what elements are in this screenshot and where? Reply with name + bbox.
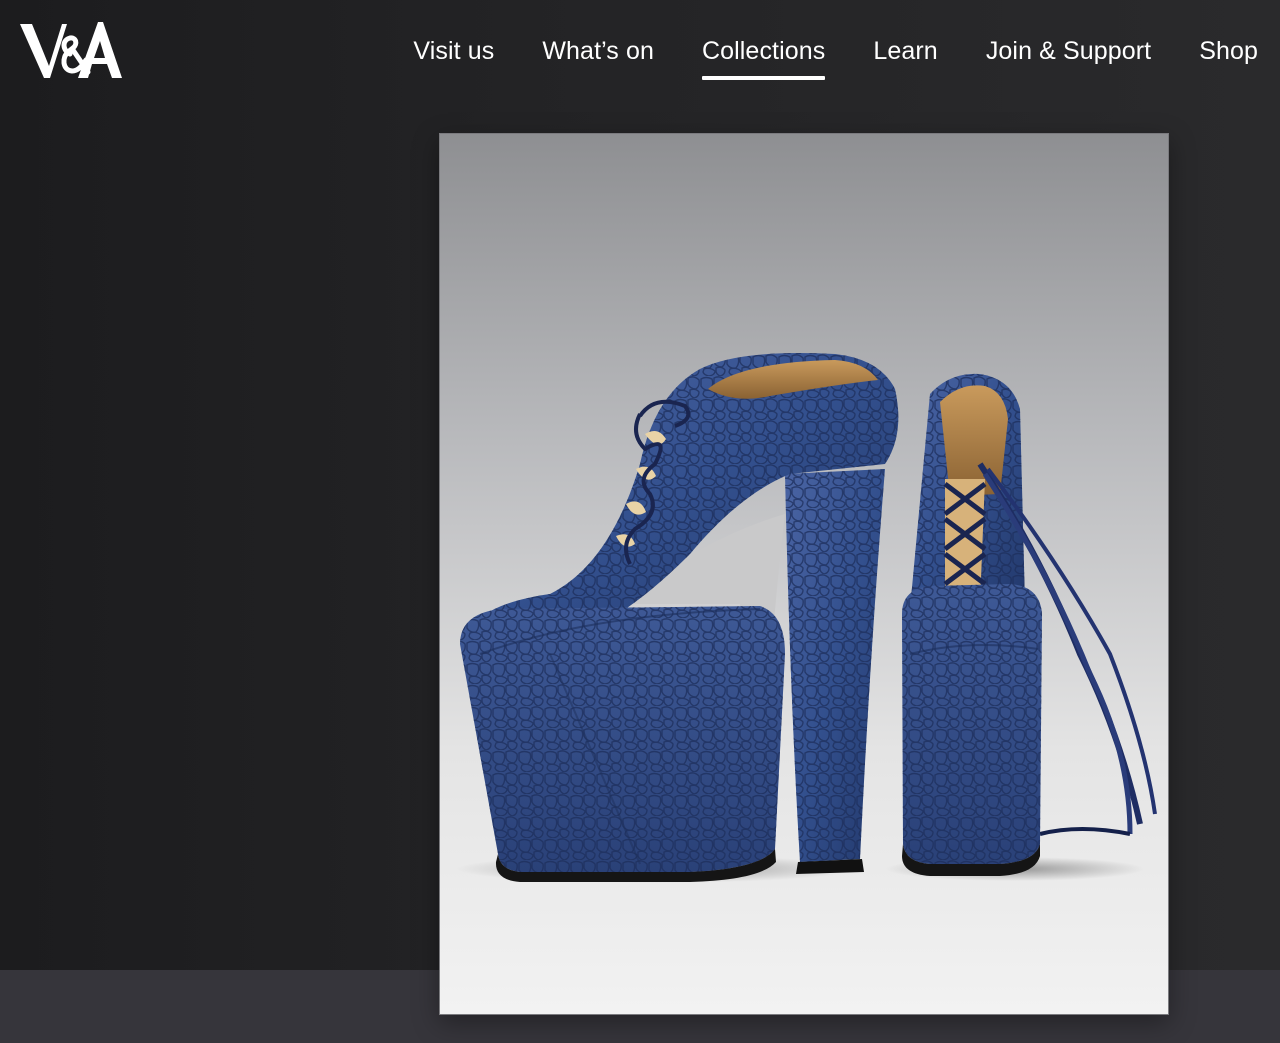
main-navigation: Visit us What’s on Collections Learn Joi… [413, 24, 1258, 80]
nav-join-support[interactable]: Join & Support [986, 24, 1151, 80]
nav-collections[interactable]: Collections [701, 24, 826, 80]
platform-shoes-illustration [440, 134, 1168, 1014]
nav-shop[interactable]: Shop [1199, 24, 1258, 80]
nav-learn[interactable]: Learn [873, 24, 937, 80]
va-logo[interactable] [18, 14, 124, 84]
va-logo-mark [20, 22, 122, 78]
object-image[interactable] [439, 133, 1169, 1015]
nav-visit-us[interactable]: Visit us [413, 24, 494, 80]
site-header: Visit us What’s on Collections Learn Joi… [0, 0, 1280, 100]
nav-whats-on[interactable]: What’s on [542, 24, 654, 80]
